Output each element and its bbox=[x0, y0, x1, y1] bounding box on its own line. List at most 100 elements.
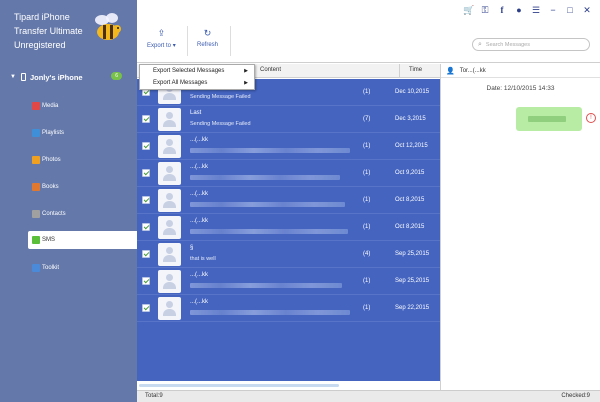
minimize-icon[interactable]: − bbox=[548, 5, 558, 16]
horizontal-scrollbar[interactable] bbox=[137, 382, 440, 390]
total-count: Total:9 bbox=[145, 393, 163, 399]
row-checkbox[interactable] bbox=[142, 142, 150, 150]
table-row[interactable]: ...(...kk (1) Sep 25,2015 bbox=[137, 268, 440, 295]
contact-name: ...(...kk bbox=[190, 191, 208, 197]
column-header-time[interactable]: Time bbox=[409, 67, 422, 73]
conversation-date: Date: 12/10/2015 14:33 bbox=[486, 85, 555, 92]
message-time: Oct 12,2015 bbox=[395, 143, 428, 149]
sidebar-item-books[interactable]: Books bbox=[28, 173, 137, 200]
maximize-icon[interactable]: □ bbox=[565, 5, 575, 16]
conversation-contact: Tor...(...kk bbox=[459, 67, 486, 74]
contact-avatar-icon bbox=[158, 216, 181, 239]
toolkit-icon bbox=[32, 263, 40, 272]
table-row[interactable]: § that is well (4) Sep 25,2015 bbox=[137, 241, 440, 268]
cart-icon[interactable]: 🛒 bbox=[463, 5, 474, 16]
menu-item-export-selected[interactable]: Export Selected Messages ▶ bbox=[140, 65, 254, 77]
sidebar-item-label: Media bbox=[42, 102, 59, 109]
checked-count: Checked:9 bbox=[561, 393, 590, 399]
sms-icon bbox=[32, 236, 40, 244]
sidebar-item-contacts[interactable]: Contacts bbox=[28, 200, 137, 227]
key-icon[interactable]: ⚿ bbox=[480, 5, 490, 16]
message-count: (1) bbox=[363, 89, 371, 95]
contact-name: § bbox=[190, 245, 194, 251]
sidebar-item-playlists[interactable]: Playlists bbox=[28, 119, 137, 146]
message-count: (1) bbox=[363, 170, 371, 176]
message-count: (1) bbox=[363, 197, 371, 203]
sidebar-item-sms[interactable]: SMS bbox=[28, 231, 137, 249]
contact-name: ...(...kk bbox=[190, 137, 208, 143]
dropdown-arrow-icon: ▾ bbox=[172, 43, 176, 49]
message-count: (1) bbox=[363, 278, 371, 284]
user-icon: 👤 bbox=[446, 67, 455, 75]
refresh-button[interactable]: ↻ Refresh bbox=[197, 28, 218, 48]
message-count: (1) bbox=[363, 305, 371, 311]
scrollbar-thumb[interactable] bbox=[139, 384, 339, 387]
row-checkbox[interactable] bbox=[142, 169, 150, 177]
message-time: Dec 3,2015 bbox=[395, 116, 426, 122]
message-time: Sep 25,2015 bbox=[395, 278, 430, 284]
conversation-header: 👤 Tor...(...kk bbox=[441, 64, 600, 78]
blurred-message-preview bbox=[190, 310, 350, 315]
message-list: Sending Message Failed (1) Dec 10,2015 L… bbox=[137, 79, 440, 381]
refresh-label: Refresh bbox=[197, 42, 219, 48]
contact-avatar-icon bbox=[158, 135, 181, 158]
table-row[interactable]: ...(...kk (1) Oct 8,2015 bbox=[137, 214, 440, 241]
refresh-icon: ↻ bbox=[203, 28, 212, 38]
search-placeholder: Search Messages bbox=[485, 41, 530, 48]
registration-status: Unregistered bbox=[14, 40, 66, 50]
expand-caret-icon[interactable]: ▼ bbox=[10, 74, 16, 80]
contact-name: ...(...kk bbox=[190, 218, 208, 224]
table-row[interactable]: ...(...kk (1) Oct 9,2015 bbox=[137, 160, 440, 187]
app-title: Tipard iPhone Transfer Ultimate Unregist… bbox=[14, 10, 83, 52]
contact-avatar-icon bbox=[158, 243, 181, 266]
message-count: (7) bbox=[363, 116, 371, 122]
sidebar: Tipard iPhone Transfer Ultimate Unregist… bbox=[0, 0, 137, 402]
device-row[interactable]: ▼ Jonly's iPhone 6 bbox=[10, 71, 130, 83]
submenu-arrow-icon: ▶ bbox=[244, 68, 248, 74]
facebook-icon[interactable]: f bbox=[497, 5, 507, 16]
contact-avatar-icon bbox=[158, 189, 181, 212]
sidebar-nav: Media Playlists Photos Books Contacts SM… bbox=[28, 92, 137, 281]
contact-name: ...(...kk bbox=[190, 272, 208, 278]
row-checkbox[interactable] bbox=[142, 223, 150, 231]
table-row[interactable]: Last Sending Message Failed (7) Dec 3,20… bbox=[137, 106, 440, 133]
window-controls: 🛒 ⚿ f ● ☰ − □ ✕ bbox=[463, 5, 592, 16]
blurred-message-preview bbox=[190, 175, 340, 180]
app-title-line: Transfer Ultimate bbox=[14, 26, 83, 36]
export-to-button[interactable]: ⇪ Export to ▾ bbox=[147, 28, 176, 49]
message-count: (1) bbox=[363, 224, 371, 230]
chat-icon[interactable]: ● bbox=[514, 5, 524, 16]
sidebar-item-photos[interactable]: Photos bbox=[28, 146, 137, 173]
table-row[interactable]: ...(...kk (1) Oct 12,2015 bbox=[137, 133, 440, 160]
menu-item-label: Export Selected Messages bbox=[153, 68, 225, 74]
toolbar: 🛒 ⚿ f ● ☰ − □ ✕ ⇪ Export to ▾ ↻ Refresh … bbox=[137, 0, 600, 63]
sidebar-item-toolkit[interactable]: Toolkit bbox=[28, 254, 137, 281]
message-preview: Sending Message Failed bbox=[190, 94, 251, 100]
sidebar-item-media[interactable]: Media bbox=[28, 92, 137, 119]
row-checkbox[interactable] bbox=[142, 277, 150, 285]
sidebar-item-label: Books bbox=[42, 183, 59, 190]
row-checkbox[interactable] bbox=[142, 196, 150, 204]
export-icon: ⇪ bbox=[157, 28, 166, 38]
column-divider bbox=[399, 64, 400, 78]
message-time: Oct 8,2015 bbox=[395, 197, 425, 203]
close-icon[interactable]: ✕ bbox=[582, 5, 592, 16]
sidebar-item-label: Contacts bbox=[42, 210, 66, 217]
menu-icon[interactable]: ☰ bbox=[531, 5, 541, 16]
contact-avatar-icon bbox=[158, 270, 181, 293]
row-checkbox[interactable] bbox=[142, 115, 150, 123]
sidebar-item-label: Photos bbox=[42, 156, 61, 163]
contact-name: ...(...kk bbox=[190, 299, 208, 305]
message-count: (1) bbox=[363, 143, 371, 149]
export-dropdown-menu: Export Selected Messages ▶ Export All Me… bbox=[139, 64, 255, 90]
column-header-content[interactable]: Content bbox=[260, 67, 281, 73]
search-input[interactable]: ⌕ Search Messages bbox=[472, 38, 590, 51]
table-row[interactable]: ...(...kk (1) Sep 22,2015 bbox=[137, 295, 440, 322]
menu-item-export-all[interactable]: Export All Messages ▶ bbox=[140, 77, 254, 89]
table-row[interactable]: ...(...kk (1) Oct 8,2015 bbox=[137, 187, 440, 214]
row-checkbox[interactable] bbox=[142, 304, 150, 312]
row-checkbox[interactable] bbox=[142, 250, 150, 258]
books-icon bbox=[32, 182, 40, 191]
send-failed-icon[interactable]: ! bbox=[586, 113, 596, 123]
message-time: Oct 8,2015 bbox=[395, 224, 425, 230]
